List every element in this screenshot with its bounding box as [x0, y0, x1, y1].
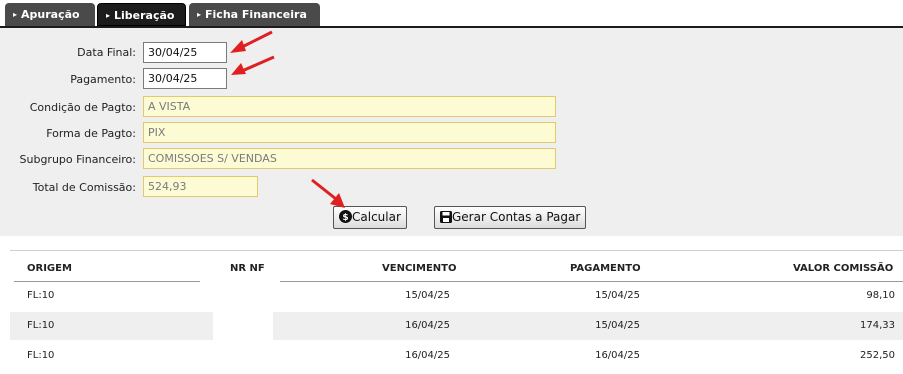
caret-right-icon: ▸ [106, 11, 111, 20]
cell-pagamento: 15/04/25 [595, 290, 640, 301]
total-comissao-field: 524,93 [143, 176, 258, 197]
pagamento-label: Pagamento: [70, 73, 136, 86]
col-valor-comissao[interactable]: VALOR COMISSÃO [793, 263, 893, 274]
cell-pagamento: 16/04/25 [595, 350, 640, 361]
caret-right-icon: ▸ [13, 10, 18, 19]
gerar-contas-button[interactable]: Gerar Contas a Pagar [434, 206, 587, 229]
subgrupo-financeiro-field: COMISSOES S/ VENDAS [143, 148, 556, 169]
table-row[interactable]: FL:10 16/04/25 16/04/25 252,50 [10, 342, 903, 370]
table-row[interactable]: FL:10 15/04/25 15/04/25 98,10 [10, 282, 903, 310]
cell-vencimento: 15/04/25 [405, 290, 450, 301]
gerar-contas-label: Gerar Contas a Pagar [452, 210, 581, 224]
form-panel: Data Final: 30/04/25 Pagamento: 30/04/25… [0, 28, 903, 236]
save-icon [440, 210, 452, 223]
cell-valor: 252,50 [860, 350, 895, 361]
caret-right-icon: ▸ [197, 10, 202, 19]
col-pagamento[interactable]: PAGAMENTO [570, 263, 641, 274]
col-origem[interactable]: ORIGEM [27, 263, 72, 274]
cell-valor: 174,33 [860, 320, 895, 331]
col-nr-nf[interactable]: NR NF [230, 263, 265, 274]
cell-pagamento: 15/04/25 [595, 320, 640, 331]
data-final-label: Data Final: [77, 46, 136, 59]
tab-liberacao[interactable]: ▸ Liberação [97, 3, 186, 26]
cell-vencimento: 16/04/25 [405, 350, 450, 361]
tab-ficha-financeira[interactable]: ▸ Ficha Financeira [189, 3, 320, 26]
tab-apuracao[interactable]: ▸ Apuração [5, 3, 95, 26]
condicao-pagto-label: Condição de Pagto: [29, 101, 136, 114]
condicao-pagto-field: A VISTA [143, 96, 556, 117]
cell-origem: FL:10 [27, 350, 55, 361]
annotation-arrow-icon [311, 178, 345, 208]
pagamento-input[interactable]: 30/04/25 [143, 68, 227, 89]
forma-pagto-field: PIX [143, 122, 556, 143]
annotation-arrow-icon [231, 55, 275, 75]
cell-origem: FL:10 [27, 320, 55, 331]
tab-label: Apuração [21, 8, 80, 21]
data-final-input[interactable]: 30/04/25 [143, 42, 227, 63]
table-header: ORIGEM NR NF VENCIMENTO PAGAMENTO VALOR … [10, 250, 903, 282]
cell-vencimento: 16/04/25 [405, 320, 450, 331]
table-row[interactable]: FL:10 16/04/25 15/04/25 174,33 [10, 312, 903, 340]
cell-valor: 98,10 [866, 290, 895, 301]
svg-text:$: $ [342, 213, 348, 223]
cell-nr-nf [213, 312, 273, 340]
tab-label: Liberação [114, 9, 175, 22]
forma-pagto-label: Forma de Pagto: [46, 127, 136, 140]
cell-origem: FL:10 [27, 290, 55, 301]
tab-label: Ficha Financeira [205, 8, 307, 21]
calcular-label: Calcular [352, 210, 401, 224]
tab-bar: ▸ Apuração ▸ Liberação ▸ Ficha Financeira [0, 0, 903, 28]
subgrupo-financeiro-label: Subgrupo Financeiro: [19, 153, 136, 166]
dollar-circle-icon: $ [339, 210, 352, 223]
col-vencimento[interactable]: VENCIMENTO [382, 263, 456, 274]
total-comissao-label: Total de Comissão: [32, 181, 136, 194]
